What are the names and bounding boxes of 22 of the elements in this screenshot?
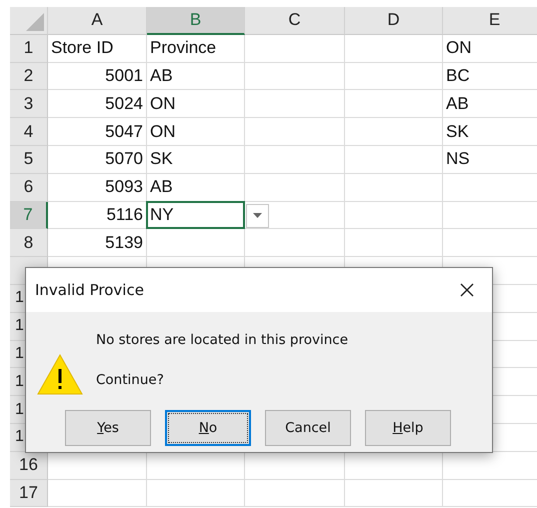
table-cell: 5093 <box>48 174 147 202</box>
table-cell: 5001 <box>48 62 147 90</box>
table-cell: AB <box>147 174 245 202</box>
table-cell: NS <box>443 146 537 174</box>
table-cell: ON <box>147 118 245 146</box>
table-cell: 5047 <box>48 118 147 146</box>
table-cell: AB <box>443 90 537 118</box>
table-cell: 5116 <box>48 202 147 230</box>
table-cell: ON <box>443 34 537 63</box>
message-text: No stores are located in this province <box>96 332 348 348</box>
table-cell: 5139 <box>48 229 147 258</box>
table-cell: ON <box>147 90 245 118</box>
table-cell: 5070 <box>48 146 147 174</box>
table-cell: 5024 <box>48 90 147 118</box>
table-cell: SK <box>147 146 245 174</box>
question-text: Continue? <box>96 372 165 388</box>
table-cell: BC <box>443 62 537 90</box>
table-cell: Store ID <box>48 34 147 63</box>
table-cell: SK <box>443 118 537 146</box>
table-cell: Province <box>147 34 245 63</box>
table-cell: AB <box>147 62 245 90</box>
dialog-title: Invalid Provice <box>35 281 144 299</box>
